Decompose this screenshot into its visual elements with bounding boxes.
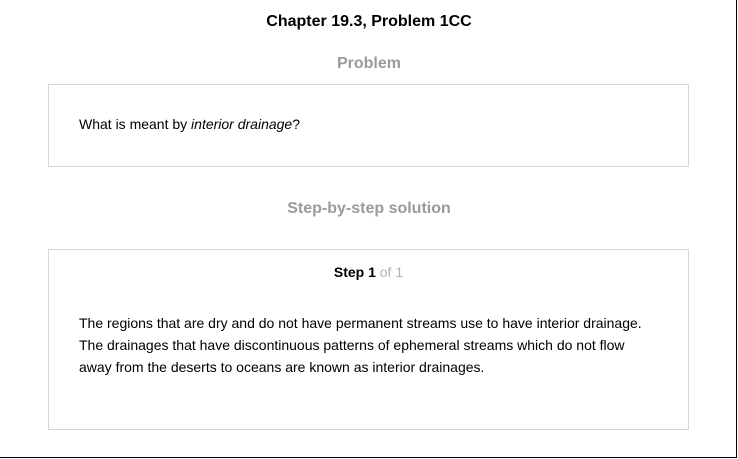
step-total: of 1	[379, 264, 404, 280]
solution-line: The drainages that have discontinuous pa…	[79, 337, 625, 353]
solution-line: The regions that are dry and do not have…	[79, 315, 642, 331]
problem-text-prefix: What is meant by	[79, 116, 192, 132]
problem-text-suffix: ?	[292, 116, 301, 132]
page-title: Chapter 19.3, Problem 1CC	[266, 13, 472, 30]
step-label: Step 1	[333, 264, 376, 280]
solution-heading: Step-by-step solution	[287, 200, 451, 217]
step-counter: Step 1 of 1	[49, 264, 688, 280]
problem-heading: Problem	[336, 55, 401, 72]
solution-text: The regions that are dry and do not have…	[79, 312, 674, 378]
solution-line: away from the deserts to oceans are know…	[79, 359, 485, 375]
solution-card: Step 1 of 1 The regions that are dry and…	[48, 249, 689, 430]
problem-question: What is meant by interior drainage?	[79, 116, 300, 132]
problem-term: interior drainage	[191, 116, 293, 132]
problem-card: What is meant by interior drainage?	[48, 84, 689, 167]
